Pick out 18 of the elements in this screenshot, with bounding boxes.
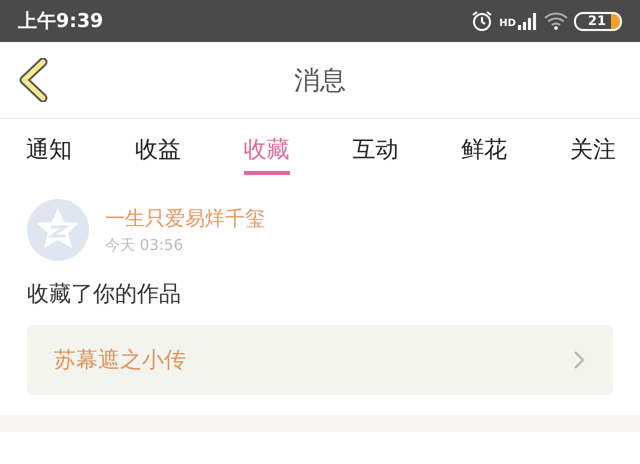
tab[interactable]: 收益 — [134, 134, 181, 174]
signal-icon — [518, 12, 538, 30]
message-text: 收藏了你的作品 — [27, 281, 182, 309]
wifi-icon — [544, 12, 568, 30]
tab[interactable]: 关注 — [570, 134, 616, 174]
back-icon[interactable] — [18, 58, 48, 102]
work-title: 苏幕遮之小传 — [54, 347, 186, 375]
tab[interactable]: 通知 — [26, 134, 72, 174]
network-label: HD — [499, 18, 516, 29]
battery-indicator: 21 — [574, 12, 622, 30]
avatar-icon — [27, 199, 89, 261]
clock-time: 上午9:39 — [18, 9, 104, 34]
page-title: 消息 — [294, 64, 346, 98]
tab[interactable]: 互动 — [352, 134, 398, 174]
message-time: 今天 03:56 — [105, 236, 184, 255]
chevron-right-icon — [573, 350, 585, 370]
alarm-icon — [471, 10, 494, 32]
tab[interactable]: 鲜花 — [461, 134, 508, 174]
